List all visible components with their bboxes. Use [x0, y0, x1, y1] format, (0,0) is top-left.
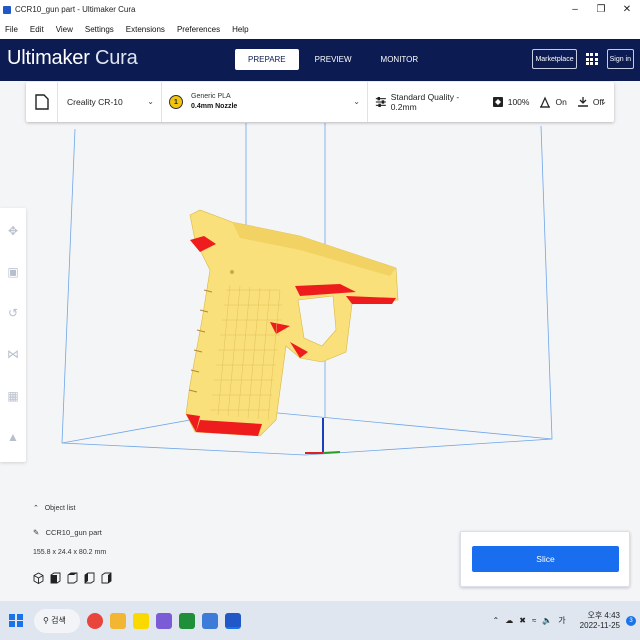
- menu-help[interactable]: Help: [232, 25, 248, 34]
- close-button[interactable]: ✕: [614, 0, 640, 19]
- menu-view[interactable]: View: [56, 25, 73, 34]
- menu-preferences[interactable]: Preferences: [177, 25, 220, 34]
- view-left-icon[interactable]: [84, 572, 95, 584]
- ime-icon[interactable]: 가: [558, 615, 565, 626]
- wifi-icon[interactable]: ≈: [532, 616, 536, 625]
- clock-date: 2022-11-25: [579, 620, 620, 630]
- object-list-toggle[interactable]: ⌃ Object list: [33, 504, 75, 512]
- visual-studio-icon[interactable]: [156, 612, 172, 629]
- logo-light: Cura: [95, 47, 138, 69]
- marketplace-button[interactable]: Marketplace: [532, 49, 577, 69]
- support-setting: On: [539, 96, 567, 108]
- chevron-down-icon: ⌄: [600, 97, 607, 106]
- quality-label: Standard Quality - 0.2mm: [390, 92, 460, 112]
- view-right-icon[interactable]: [101, 572, 112, 584]
- window-title: CCR10_gun part - Ultimaker Cura: [15, 5, 136, 14]
- title-bar: CCR10_gun part - Ultimaker Cura – ❐ ✕: [0, 0, 640, 19]
- cloud-icon[interactable]: ☁: [505, 616, 513, 625]
- app-header: Ultimaker Cura PREPARE PREVIEW MONITOR M…: [0, 39, 640, 81]
- slice-panel: Slice: [460, 531, 630, 587]
- support-icon: [540, 96, 551, 108]
- clock[interactable]: 오후 4:43 2022-11-25: [574, 611, 620, 631]
- gun-part-model[interactable]: [185, 209, 399, 437]
- clock-time: 오후 4:43: [587, 610, 620, 620]
- object-list-header: Object list: [44, 505, 76, 512]
- search-label: 검색: [51, 616, 66, 625]
- extruder-badge-icon: 1: [169, 95, 183, 109]
- pencil-icon: ✎: [33, 528, 40, 537]
- object-dimensions: 155.8 x 24.4 x 80.2 mm: [33, 549, 107, 556]
- origin-axes: [305, 418, 341, 454]
- file-icon: [34, 94, 49, 110]
- sliders-icon: [375, 96, 386, 108]
- file-explorer-icon[interactable]: [110, 612, 126, 629]
- print-setup-toolbar: Creality CR-10 ⌄ 1 Generic PLA 0.4mm Noz…: [26, 82, 614, 122]
- support-value: On: [555, 97, 567, 107]
- menu-file[interactable]: File: [5, 25, 18, 34]
- maximize-button[interactable]: ❐: [588, 0, 614, 19]
- print-settings-selector[interactable]: Standard Quality - 0.2mm 100% On Off ⌄: [368, 82, 614, 122]
- window-controls: – ❐ ✕: [562, 0, 640, 19]
- header-actions: Marketplace Sign in: [532, 49, 634, 69]
- view-3d-icon[interactable]: [33, 572, 44, 585]
- printer-name: Creality CR-10: [67, 97, 123, 107]
- close-circle-icon[interactable]: ✖: [519, 616, 526, 625]
- menu-edit[interactable]: Edit: [30, 25, 44, 34]
- menu-extensions[interactable]: Extensions: [126, 25, 165, 34]
- tool-panel: ✥ ▣ ↺ ⋈ ▦ ▲: [0, 208, 26, 462]
- material-selector[interactable]: 1 Generic PLA 0.4mm Nozzle ⌄: [162, 82, 368, 122]
- object-name-row[interactable]: ✎ CCR10_gun part: [33, 528, 102, 537]
- nozzle-size: 0.4mm Nozzle: [191, 103, 238, 110]
- kakaotalk-icon[interactable]: [133, 612, 149, 629]
- material-name: Generic PLA: [191, 93, 231, 100]
- pycharm-icon[interactable]: [179, 612, 195, 629]
- infill-icon: [492, 97, 503, 107]
- notification-badge[interactable]: 3: [626, 615, 636, 626]
- adhesion-icon: [577, 97, 588, 107]
- camera-view-buttons: [33, 572, 118, 585]
- per-model-settings-icon[interactable]: ▦: [6, 389, 20, 403]
- chevron-down-icon: ⌄: [353, 97, 360, 106]
- chevron-up-icon[interactable]: ⌃: [493, 616, 500, 625]
- app-icon[interactable]: [202, 612, 218, 629]
- sign-in-button[interactable]: Sign in: [606, 49, 634, 69]
- stage-tabs: PREPARE PREVIEW MONITOR: [235, 49, 434, 70]
- apps-grid-icon[interactable]: [585, 53, 598, 65]
- object-list-panel: ⌃ Object list ✎ CCR10_gun part 155.8 x 2…: [30, 502, 190, 592]
- view-top-icon[interactable]: [67, 572, 78, 584]
- system-tray: ⌃ ☁ ✖ ≈ 🔈 가 오후 4:43 2022-11-25 3: [487, 601, 636, 640]
- taskbar-search[interactable]: ⚲ 검색: [34, 608, 80, 633]
- chevron-up-icon: ⌃: [33, 505, 39, 512]
- search-icon: ⚲: [43, 616, 49, 625]
- object-name: CCR10_gun part: [45, 528, 102, 537]
- infill-value: 100%: [507, 97, 530, 107]
- mirror-icon[interactable]: ⋈: [6, 347, 20, 361]
- menu-bar: File Edit View Settings Extensions Prefe…: [0, 19, 640, 39]
- windows-start-icon[interactable]: [9, 613, 23, 628]
- menu-settings[interactable]: Settings: [85, 25, 114, 34]
- volume-icon[interactable]: 🔈: [542, 616, 552, 625]
- slice-button[interactable]: Slice: [472, 546, 619, 572]
- tab-preview[interactable]: PREVIEW: [302, 49, 365, 70]
- support-blocker-icon[interactable]: ▲: [6, 430, 20, 444]
- tab-prepare[interactable]: PREPARE: [235, 49, 299, 70]
- view-front-icon[interactable]: [50, 572, 61, 584]
- scale-icon[interactable]: ▣: [6, 265, 20, 279]
- quality-setting: Standard Quality - 0.2mm: [375, 92, 472, 112]
- taskbar: ⚲ 검색 ⌃ ☁ ✖ ≈ 🔈 가 오후 4:43 2022-11-25 3: [0, 601, 640, 640]
- cura-taskbar-icon[interactable]: [225, 612, 241, 629]
- move-icon[interactable]: ✥: [6, 224, 20, 238]
- logo-bold: Ultimaker: [7, 47, 90, 69]
- chevron-down-icon: ⌄: [147, 97, 154, 106]
- rotate-icon[interactable]: ↺: [6, 306, 20, 320]
- chrome-icon[interactable]: [87, 612, 103, 629]
- minimize-button[interactable]: –: [562, 0, 588, 19]
- ultimaker-cura-logo: Ultimaker Cura: [7, 47, 138, 70]
- infill-setting: 100%: [492, 96, 530, 108]
- cura-app-icon: [3, 5, 11, 14]
- tab-monitor[interactable]: MONITOR: [368, 49, 432, 70]
- open-file-button[interactable]: [26, 82, 58, 122]
- printer-selector[interactable]: Creality CR-10 ⌄: [58, 82, 162, 122]
